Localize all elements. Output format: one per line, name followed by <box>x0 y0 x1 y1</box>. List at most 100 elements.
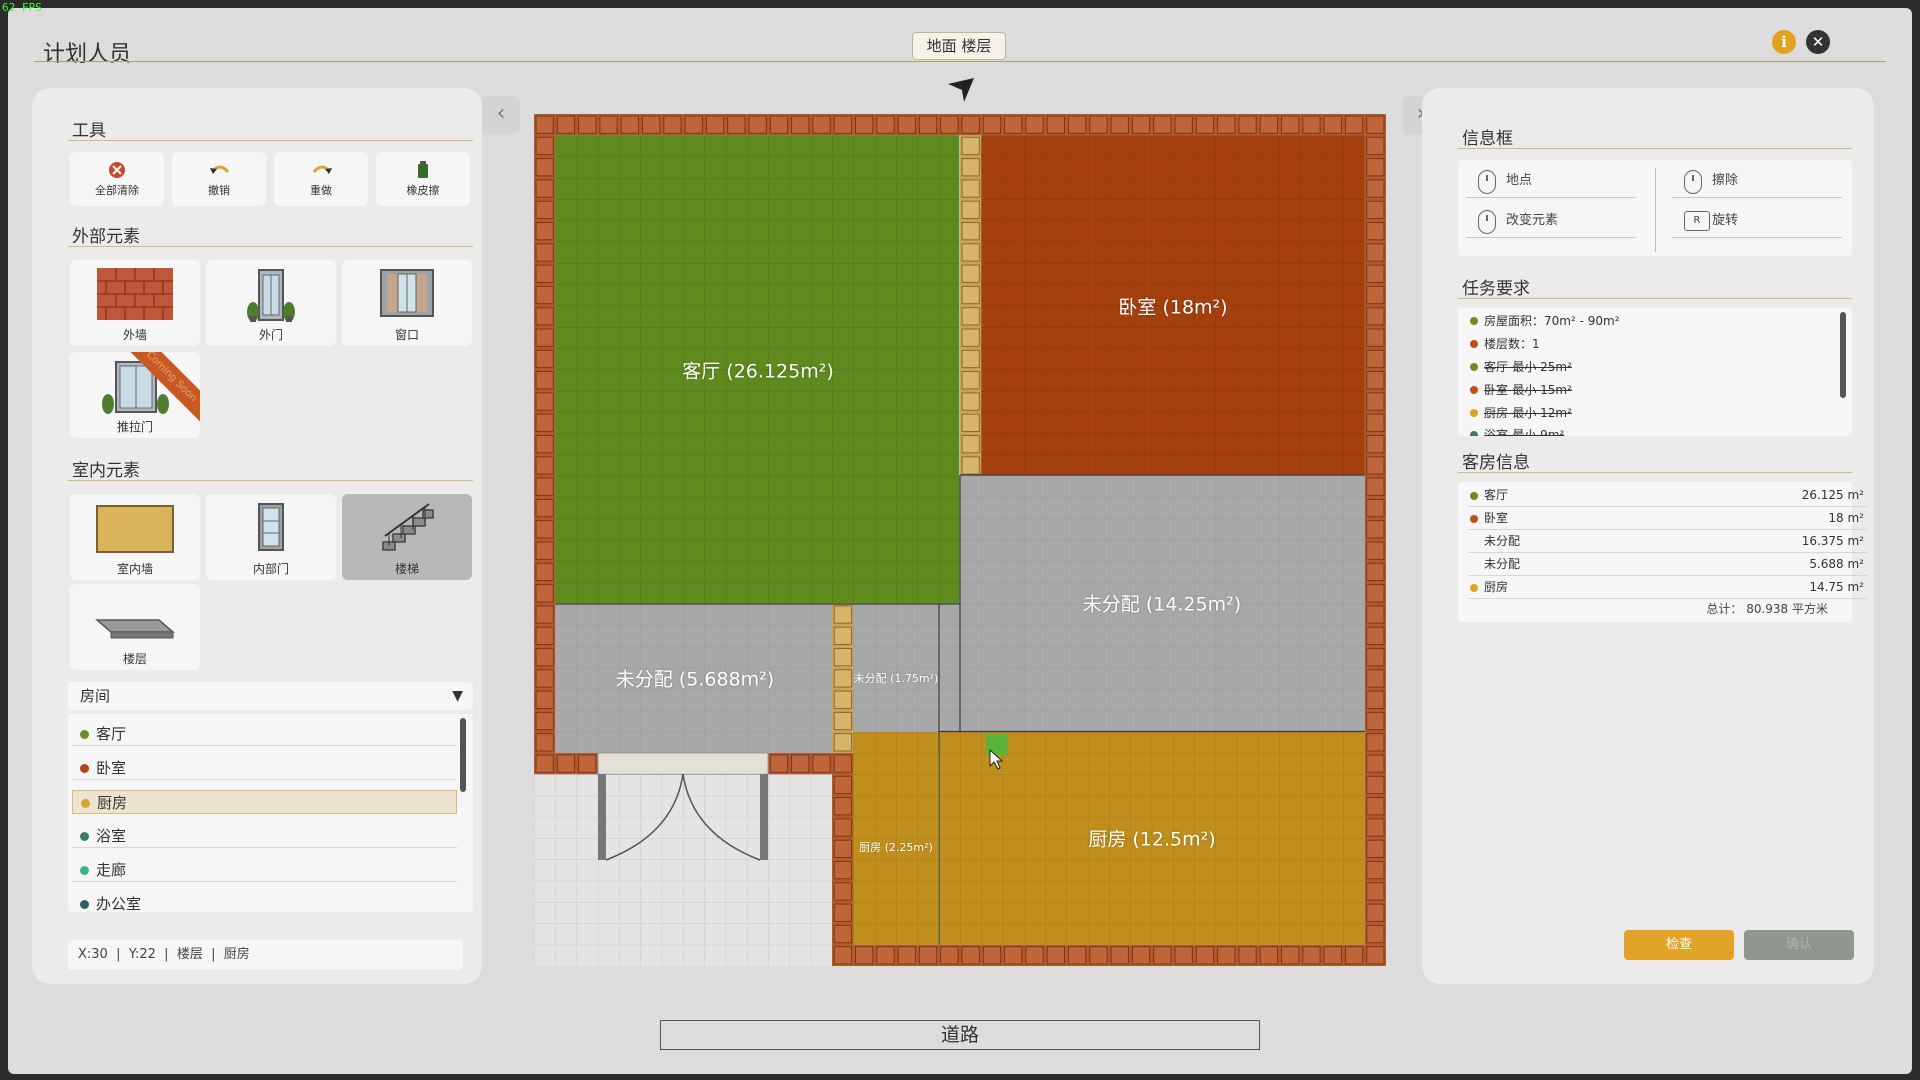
check-button[interactable]: 检查 <box>1624 930 1734 960</box>
window-icon <box>380 269 434 317</box>
requirements-box: 房屋面积：70m² - 90m² 楼层数：1 客厅-最小 25m² 卧室-最小 … <box>1458 308 1852 436</box>
req-dot <box>1470 317 1478 325</box>
room-label-bedroom: 卧室 (18m²) <box>1118 296 1228 319</box>
interior-door-label: 内部门 <box>252 562 289 576</box>
room-label-unassigned-small: 未分配 (1.75m²) <box>853 672 939 685</box>
guest-info-total: 总计： 80.938 平方米 <box>1706 602 1828 616</box>
interior-door-button[interactable]: 内部门 <box>206 494 336 580</box>
triangle-down-icon: ▼ <box>452 688 463 704</box>
eraser-label: 橡皮擦 <box>406 184 440 197</box>
undo-icon <box>208 160 230 180</box>
status-bar: X:30 | Y:22 | 楼层 | 厨房 <box>68 940 463 970</box>
brick-wall-icon <box>97 268 173 320</box>
exterior-door-button[interactable]: 外门 <box>206 260 336 346</box>
row-value: 5.688 m² <box>1809 557 1864 571</box>
info-box-title: 信息框 <box>1462 129 1513 149</box>
stairs-icon <box>382 503 434 551</box>
fps-counter: 62 FPS <box>2 1 42 14</box>
confirm-button[interactable]: 确认 <box>1744 930 1854 960</box>
front-door[interactable] <box>597 752 769 775</box>
key-r-icon: R <box>1684 211 1710 231</box>
door-frame-right <box>760 774 768 860</box>
room-item-bathroom[interactable]: 浴室 <box>72 824 457 848</box>
exterior-wall-left[interactable] <box>534 114 556 753</box>
row-dot <box>1470 515 1478 523</box>
room-label-unassigned-large: 未分配 (14.25m²) <box>1082 593 1242 616</box>
room-type-dropdown[interactable]: 房间 ▼ <box>68 682 473 710</box>
room-label-kitchen-small: 厨房 (2.25m²) <box>859 841 933 854</box>
guest-info-divider <box>1458 472 1852 473</box>
guest-info-row: 客厅 26.125 m² <box>1468 484 1868 507</box>
room-item-office[interactable]: 办公室 <box>72 892 457 912</box>
interior-wall-label: 室内墙 <box>116 562 153 576</box>
guest-info-title: 客房信息 <box>1462 453 1530 473</box>
yard-area[interactable] <box>534 753 832 966</box>
req-label: 房屋面积：70m² - 90m² <box>1484 314 1620 328</box>
exterior-wall-top[interactable] <box>534 114 1386 136</box>
stairs-button[interactable]: 楼梯 <box>342 494 472 580</box>
req-dot <box>1470 431 1478 436</box>
clear-all-button[interactable]: 全部清除 <box>70 152 164 206</box>
floor-tab[interactable]: 地面 楼层 <box>912 32 1006 60</box>
exterior-wall-label: 外墙 <box>122 328 147 342</box>
collapse-left-button[interactable]: ‹ <box>482 96 520 134</box>
requirements-divider <box>1458 298 1852 299</box>
req-item: 客厅-最小 25m² <box>1470 356 1852 378</box>
row-dot <box>1470 584 1478 592</box>
requirements-scrollbar[interactable] <box>1840 312 1846 398</box>
room-type-list: 客厅 卧室 厨房 浴室 走廊 办公室 <box>68 714 473 912</box>
interior-wall-vertical[interactable] <box>960 135 982 476</box>
exterior-wall-button[interactable]: 外墙 <box>70 260 200 346</box>
req-label: 浴室-最小 9m² <box>1484 428 1565 436</box>
room-list-scrollbar[interactable] <box>460 718 466 792</box>
row-value: 26.125 m² <box>1801 488 1864 502</box>
window-title: 计划人员 <box>43 42 132 67</box>
controls-divider <box>1655 168 1656 252</box>
window-button[interactable]: 窗口 <box>342 260 472 346</box>
floor-slab-button[interactable]: 楼层 <box>70 584 200 670</box>
room-color-dot <box>81 799 90 808</box>
undo-button[interactable]: 撤销 <box>172 152 266 206</box>
row-value: 16.375 m² <box>1801 534 1864 548</box>
req-item: 厨房-最小 12m² <box>1470 402 1852 424</box>
info-box-divider <box>1458 148 1852 149</box>
exterior-wall-right[interactable] <box>1364 114 1386 966</box>
interior-wall-button[interactable]: 室内墙 <box>70 494 200 580</box>
room-item-kitchen[interactable]: 厨房 <box>72 790 457 814</box>
room-item-label: 走廊 <box>96 861 127 879</box>
guest-info-row: 未分配 5.688 m² <box>1468 553 1868 576</box>
req-dot <box>1470 340 1478 348</box>
status-level: 楼层 <box>176 947 203 962</box>
redo-label: 重做 <box>310 184 332 197</box>
interior-wall-short[interactable] <box>832 604 854 753</box>
exterior-wall-notch[interactable] <box>832 753 854 966</box>
req-label: 楼层数：1 <box>1484 337 1540 351</box>
floor-plan-grid[interactable] <box>534 114 1386 966</box>
info-icon[interactable]: i <box>1772 30 1796 54</box>
floor-slab-label: 楼层 <box>122 652 147 666</box>
control-label: 地点 <box>1506 173 1533 188</box>
controls-box: 地点 擦除 改变元素 R 旋转 <box>1458 160 1852 256</box>
req-item: 房屋面积：70m² - 90m² <box>1470 310 1852 332</box>
tools-divider <box>68 140 473 141</box>
status-y: Y:22 <box>128 947 156 962</box>
row-value: 14.75 m² <box>1809 580 1864 594</box>
row-value: 18 m² <box>1828 511 1864 525</box>
sliding-door-button[interactable]: Coming Soon 推拉门 <box>70 352 200 438</box>
row-label: 未分配 <box>1484 557 1521 571</box>
req-dot <box>1470 363 1478 371</box>
undo-label: 撤销 <box>208 184 230 197</box>
exterior-wall-bottom[interactable] <box>832 944 1386 966</box>
room-item-hallway[interactable]: 走廊 <box>72 858 457 882</box>
control-erase: 擦除 <box>1672 164 1842 198</box>
req-label: 客厅-最小 25m² <box>1484 360 1572 374</box>
redo-button[interactable]: 重做 <box>274 152 368 206</box>
eraser-button[interactable]: 橡皮擦 <box>376 152 470 206</box>
interior-wall-icon <box>96 505 174 553</box>
row-label: 厨房 <box>1484 580 1509 594</box>
room-item-bedroom[interactable]: 卧室 <box>72 756 457 780</box>
control-label: 擦除 <box>1712 173 1739 188</box>
room-item-living[interactable]: 客厅 <box>72 722 457 746</box>
row-label: 未分配 <box>1484 534 1521 548</box>
close-icon[interactable]: ✕ <box>1806 30 1830 54</box>
